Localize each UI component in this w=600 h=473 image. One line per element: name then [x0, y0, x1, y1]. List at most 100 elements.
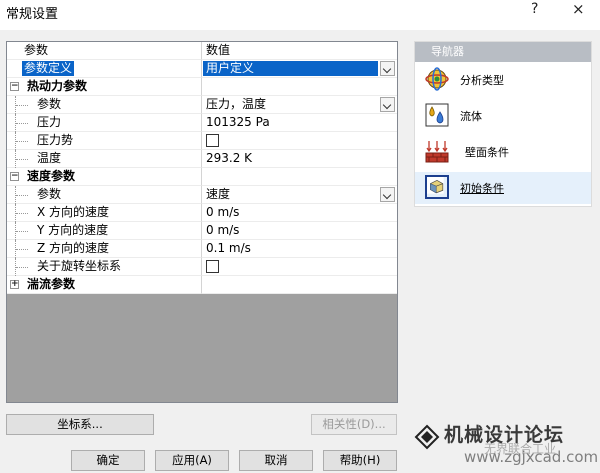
help-button[interactable]: 帮助(H): [323, 450, 397, 471]
initial-conditions-icon: [425, 175, 449, 199]
tree-guide-line: [15, 150, 29, 168]
grid-row-value-text: 0 m/s: [206, 223, 240, 237]
grid-row-value-text: 293.2 K: [206, 151, 253, 165]
grid-row-value[interactable]: 用户定义: [202, 60, 397, 78]
grid-row-label: 参数: [37, 97, 62, 111]
window-title: 常规设置: [6, 7, 59, 22]
grid-row[interactable]: X 方向的速度 0 m/s: [7, 204, 397, 222]
property-grid-body: 参数 数值 参数定义 用户定义 − 热动力参数 参数 压力，温度 压力 101325 Pa 压力…: [7, 42, 397, 294]
grid-row-value-text: 速度: [206, 187, 231, 201]
grid-row[interactable]: Z 方向的速度 0.1 m/s: [7, 240, 397, 258]
chevron-down-icon[interactable]: [380, 97, 395, 112]
watermark-title: 机械设计论坛: [444, 424, 565, 446]
collapse-icon[interactable]: −: [10, 82, 19, 91]
ok-button[interactable]: 确定: [71, 450, 145, 471]
grid-row-label: 参数: [37, 187, 62, 201]
grid-row-label: 压力: [37, 115, 62, 129]
grid-header: 参数 数值: [7, 42, 397, 60]
grid-row-label: Z 方向的速度: [37, 241, 110, 255]
grid-row-value[interactable]: [202, 258, 397, 276]
grid-row-value[interactable]: 压力，温度: [202, 96, 397, 114]
chevron-down-icon[interactable]: [380, 61, 395, 76]
cancel-button[interactable]: 取消: [239, 450, 313, 471]
grid-row-value[interactable]: 293.2 K: [202, 150, 397, 168]
navigator-panel: 导航器 分析类型 流体 壁面条件 初始条件: [414, 41, 592, 207]
grid-row[interactable]: 关于旋转坐标系: [7, 258, 397, 276]
grid-row-label: 温度: [37, 151, 62, 165]
tree-guide-line: [15, 114, 29, 132]
grid-row-name: 压力势: [7, 132, 202, 150]
grid-row-value[interactable]: 101325 Pa: [202, 114, 397, 132]
tree-guide-line: [15, 258, 29, 276]
grid-row-name: 参数定义: [7, 60, 202, 78]
tree-guide-line: [15, 222, 29, 240]
property-grid: 参数 数值 参数定义 用户定义 − 热动力参数 参数 压力，温度 压力 101325 Pa 压力…: [6, 41, 398, 403]
grid-row-value[interactable]: 0 m/s: [202, 222, 397, 240]
collapse-icon[interactable]: −: [10, 172, 19, 181]
checkbox[interactable]: [206, 260, 219, 273]
grid-row-name: X 方向的速度: [7, 204, 202, 222]
chevron-down-icon[interactable]: [380, 187, 395, 202]
grid-row-label: 湍流参数: [27, 277, 76, 291]
tree-guide-line: [15, 204, 29, 222]
nav-item-label: 壁面条件: [465, 146, 509, 159]
coordinate-system-button[interactable]: 坐标系...: [6, 414, 154, 435]
grid-row[interactable]: 参数定义 用户定义: [7, 60, 397, 78]
help-icon[interactable]: ?: [531, 1, 538, 17]
grid-row[interactable]: 参数 速度: [7, 186, 397, 204]
grid-row-label: 关于旋转坐标系: [37, 259, 122, 273]
grid-row-name: 参数: [7, 186, 202, 204]
grid-row-label: 压力势: [37, 133, 74, 147]
grid-group-row[interactable]: − 速度参数: [7, 168, 397, 186]
grid-row-value[interactable]: 0 m/s: [202, 204, 397, 222]
grid-row-name: − 速度参数: [7, 168, 202, 186]
grid-row-label: X 方向的速度: [37, 205, 110, 219]
nav-item-initial-conditions[interactable]: 初始条件: [415, 172, 591, 204]
title-bar: 常规设置 ? ×: [0, 0, 600, 30]
grid-row[interactable]: 温度 293.2 K: [7, 150, 397, 168]
nav-item-fluid[interactable]: 流体: [415, 100, 591, 132]
grid-row-label: Y 方向的速度: [37, 223, 109, 237]
tree-guide-line: [15, 96, 29, 114]
grid-row-value: [202, 78, 397, 96]
nav-item-analysis-type[interactable]: 分析类型: [415, 64, 591, 96]
expand-icon[interactable]: +: [10, 280, 19, 289]
grid-row-name: 关于旋转坐标系: [7, 258, 202, 276]
selected-value[interactable]: 用户定义: [203, 61, 378, 76]
grid-row-name: + 湍流参数: [7, 276, 202, 294]
grid-row[interactable]: 压力 101325 Pa: [7, 114, 397, 132]
grid-row[interactable]: Y 方向的速度 0 m/s: [7, 222, 397, 240]
grid-row[interactable]: 参数 压力，温度: [7, 96, 397, 114]
navigator-title: 导航器: [415, 42, 591, 62]
tree-guide-line: [15, 186, 29, 204]
grid-header-name: 参数: [7, 42, 202, 60]
watermark-logo-icon: [414, 424, 440, 450]
watermark: 机械设计论坛 无界联合工业 www.zgjxcad.com: [406, 416, 600, 473]
grid-row-value[interactable]: [202, 132, 397, 150]
nav-item-label: 流体: [460, 110, 482, 123]
checkbox[interactable]: [206, 134, 219, 147]
tree-guide-line: [15, 240, 29, 258]
close-icon[interactable]: ×: [572, 0, 585, 18]
grid-group-row[interactable]: + 湍流参数: [7, 276, 397, 294]
dependency-button[interactable]: 相关性(D)...: [311, 414, 397, 435]
analysis-type-icon: [425, 67, 449, 91]
grid-row-name: − 热动力参数: [7, 78, 202, 96]
grid-header-name-label: 参数: [24, 43, 49, 57]
fluid-icon: [425, 103, 449, 127]
grid-header-value: 数值: [202, 42, 397, 60]
grid-row-value[interactable]: 速度: [202, 186, 397, 204]
grid-row-value-text: 压力，温度: [206, 97, 267, 111]
grid-row-value-text: 0.1 m/s: [206, 241, 251, 255]
nav-item-wall-conditions[interactable]: 壁面条件: [415, 136, 591, 168]
grid-row-name: 参数: [7, 96, 202, 114]
wall-conditions-icon: [425, 141, 449, 163]
grid-row-label: 热动力参数: [27, 79, 88, 93]
grid-row-value: [202, 276, 397, 294]
grid-group-row[interactable]: − 热动力参数: [7, 78, 397, 96]
grid-row-value[interactable]: 0.1 m/s: [202, 240, 397, 258]
apply-button[interactable]: 应用(A): [155, 450, 229, 471]
grid-row[interactable]: 压力势: [7, 132, 397, 150]
nav-item-label: 初始条件: [460, 182, 504, 195]
grid-row-value: [202, 168, 397, 186]
